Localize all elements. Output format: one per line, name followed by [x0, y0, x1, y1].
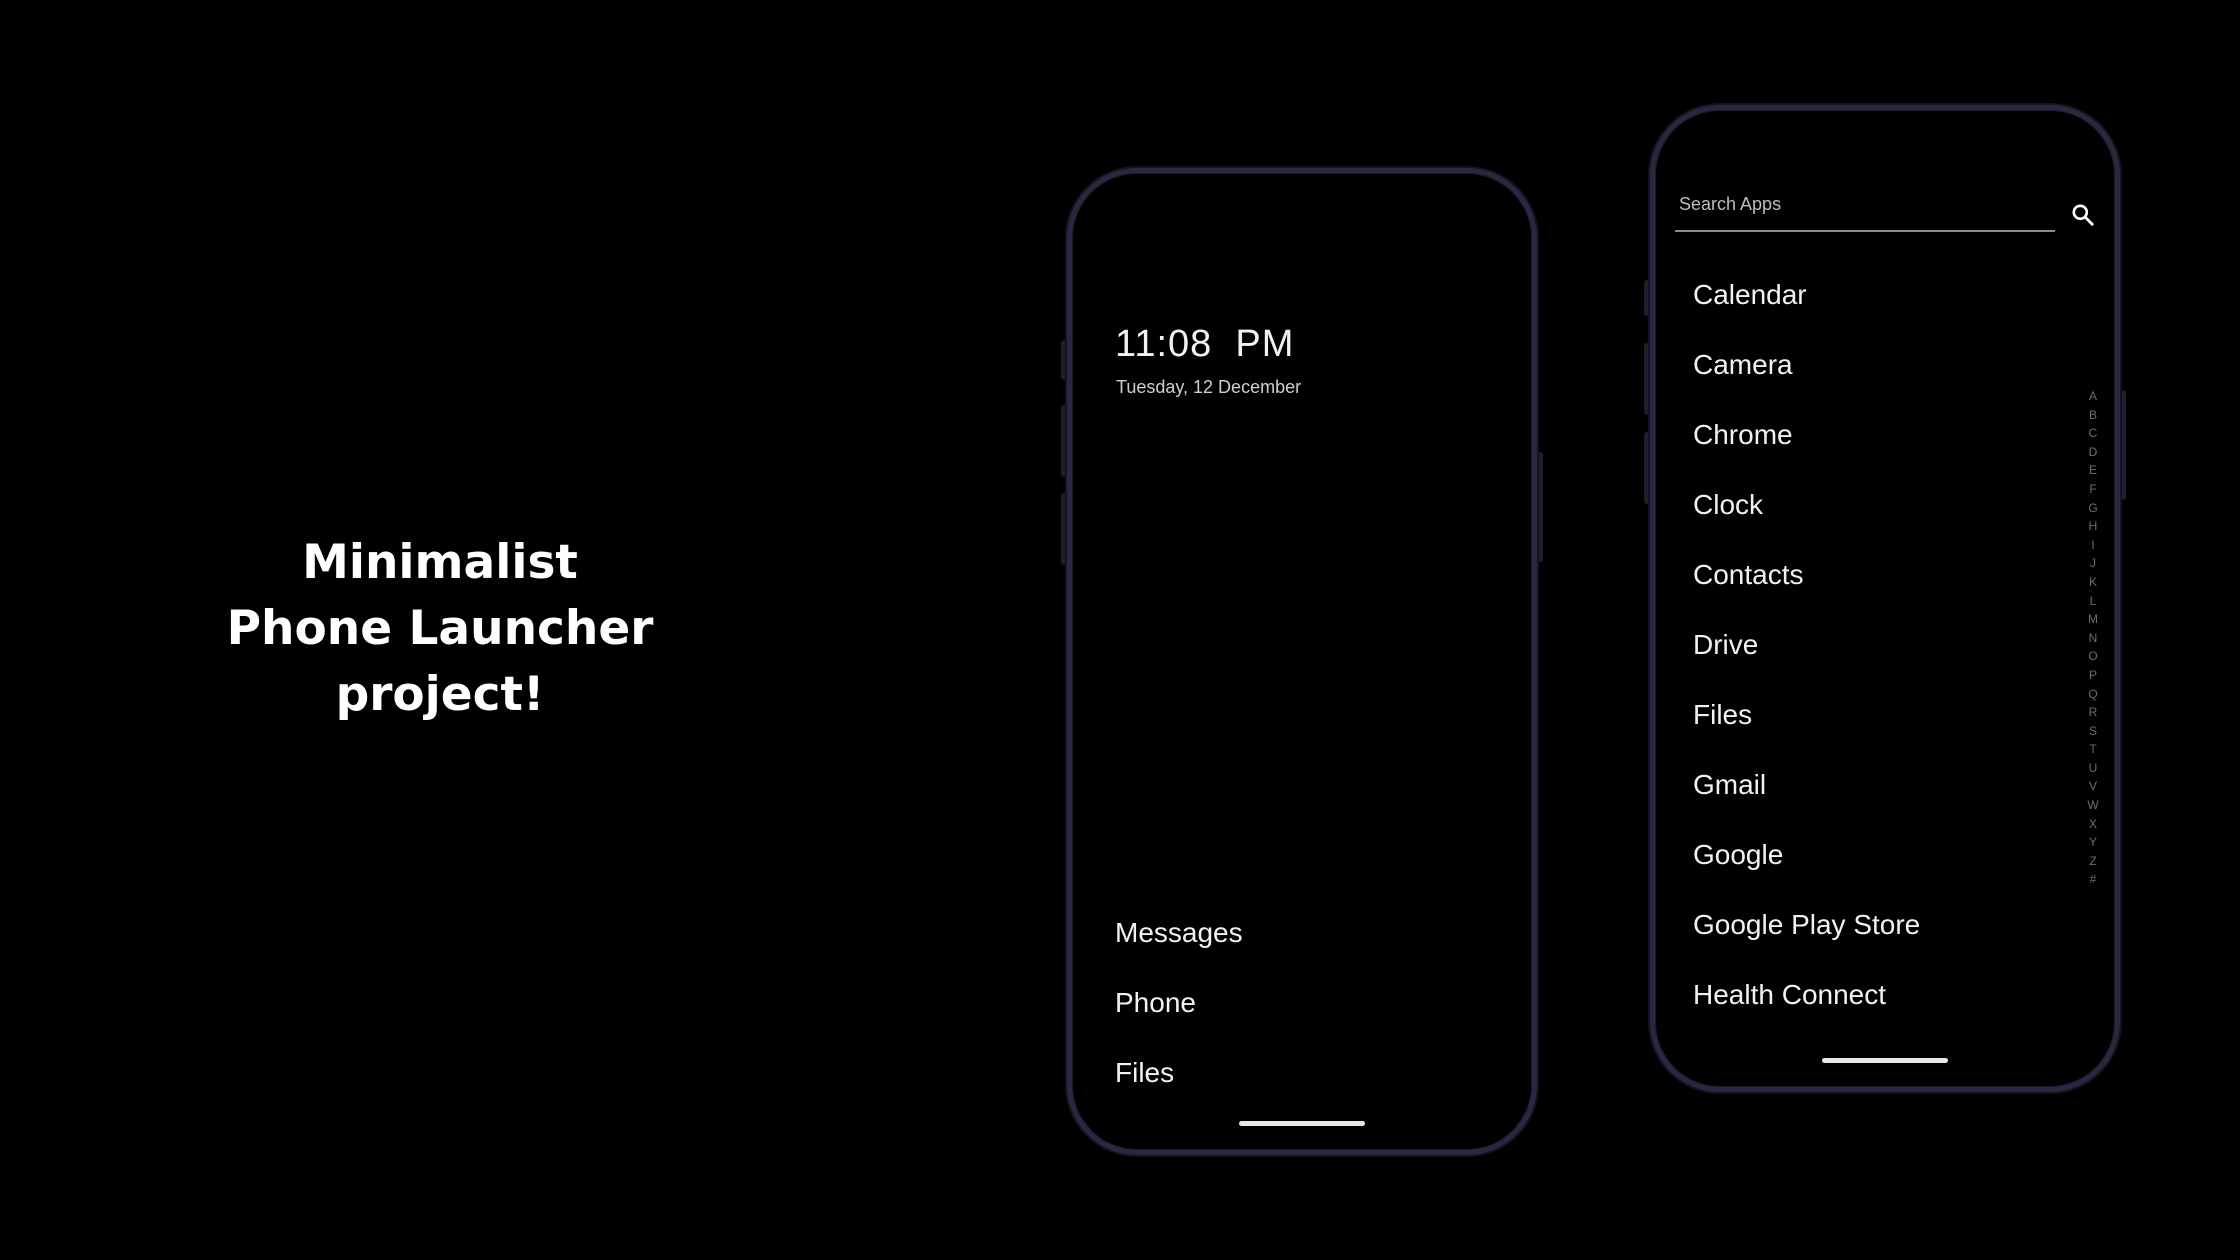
app-item-files[interactable]: Files	[1693, 680, 1920, 750]
favorite-app-files[interactable]: Files	[1115, 1038, 1243, 1108]
index-letter[interactable]: U	[2085, 759, 2101, 778]
search-input[interactable]	[1675, 180, 2055, 228]
app-item-gmail[interactable]: Gmail	[1693, 750, 1920, 820]
index-letter[interactable]: A	[2085, 387, 2101, 406]
clock-date[interactable]: Tuesday, 12 December	[1116, 377, 1301, 398]
power-button-2	[2120, 390, 2126, 500]
app-item-calendar[interactable]: Calendar	[1693, 260, 1920, 330]
app-item-chrome[interactable]: Chrome	[1693, 400, 1920, 470]
search-bar	[1675, 180, 2055, 232]
index-letter[interactable]: B	[2085, 406, 2101, 425]
index-letter[interactable]: L	[2085, 592, 2101, 611]
index-letter[interactable]: W	[2085, 796, 2101, 815]
home-indicator[interactable]	[1822, 1058, 1948, 1063]
index-letter[interactable]: M	[2085, 610, 2101, 629]
index-letter[interactable]: I	[2085, 536, 2101, 555]
index-letter[interactable]: X	[2085, 815, 2101, 834]
app-item-google[interactable]: Google	[1693, 820, 1920, 890]
index-letter[interactable]: S	[2085, 722, 2101, 741]
headline-line-3: project!	[335, 667, 545, 722]
favorite-app-messages[interactable]: Messages	[1115, 898, 1243, 968]
app-item-health-connect[interactable]: Health Connect	[1693, 960, 1920, 1030]
index-letter[interactable]: E	[2085, 461, 2101, 480]
phone-home-screen: 11:08 PM Tuesday, 12 December Messages P…	[1067, 168, 1537, 1155]
app-item-clock[interactable]: Clock	[1693, 470, 1920, 540]
power-button	[1537, 452, 1543, 562]
index-letter[interactable]: Z	[2085, 852, 2101, 871]
headline-line-1: Minimalist	[302, 535, 578, 590]
favorite-app-phone[interactable]: Phone	[1115, 968, 1243, 1038]
headline: Minimalist Phone Launcher project!	[140, 530, 740, 728]
app-item-camera[interactable]: Camera	[1693, 330, 1920, 400]
index-letter[interactable]: H	[2085, 517, 2101, 536]
index-letter[interactable]: T	[2085, 740, 2101, 759]
clock-time[interactable]: 11:08 PM	[1115, 323, 1294, 366]
index-letter[interactable]: N	[2085, 629, 2101, 648]
index-letter[interactable]: P	[2085, 666, 2101, 685]
index-letter[interactable]: R	[2085, 703, 2101, 722]
favorite-apps-list: Messages Phone Files	[1115, 898, 1243, 1108]
index-letter[interactable]: G	[2085, 499, 2101, 518]
index-letter[interactable]: Y	[2085, 833, 2101, 852]
app-list: Calendar Camera Chrome Clock Contacts Dr…	[1693, 260, 1920, 1030]
headline-line-2: Phone Launcher	[226, 601, 654, 656]
alphabet-index[interactable]: A B C D E F G H I J K L M N O P Q R S T …	[2085, 387, 2101, 889]
search-icon[interactable]	[2070, 202, 2096, 228]
index-letter[interactable]: C	[2085, 424, 2101, 443]
phone-app-drawer: Calendar Camera Chrome Clock Contacts Dr…	[1650, 105, 2120, 1092]
app-item-drive[interactable]: Drive	[1693, 610, 1920, 680]
index-letter[interactable]: K	[2085, 573, 2101, 592]
app-item-contacts[interactable]: Contacts	[1693, 540, 1920, 610]
index-letter[interactable]: F	[2085, 480, 2101, 499]
index-letter[interactable]: #	[2085, 870, 2101, 889]
index-letter[interactable]: V	[2085, 777, 2101, 796]
index-letter[interactable]: Q	[2085, 685, 2101, 704]
index-letter[interactable]: J	[2085, 554, 2101, 573]
index-letter[interactable]: O	[2085, 647, 2101, 666]
index-letter[interactable]: D	[2085, 443, 2101, 462]
home-indicator[interactable]	[1239, 1121, 1365, 1126]
app-item-google-play-store[interactable]: Google Play Store	[1693, 890, 1920, 960]
